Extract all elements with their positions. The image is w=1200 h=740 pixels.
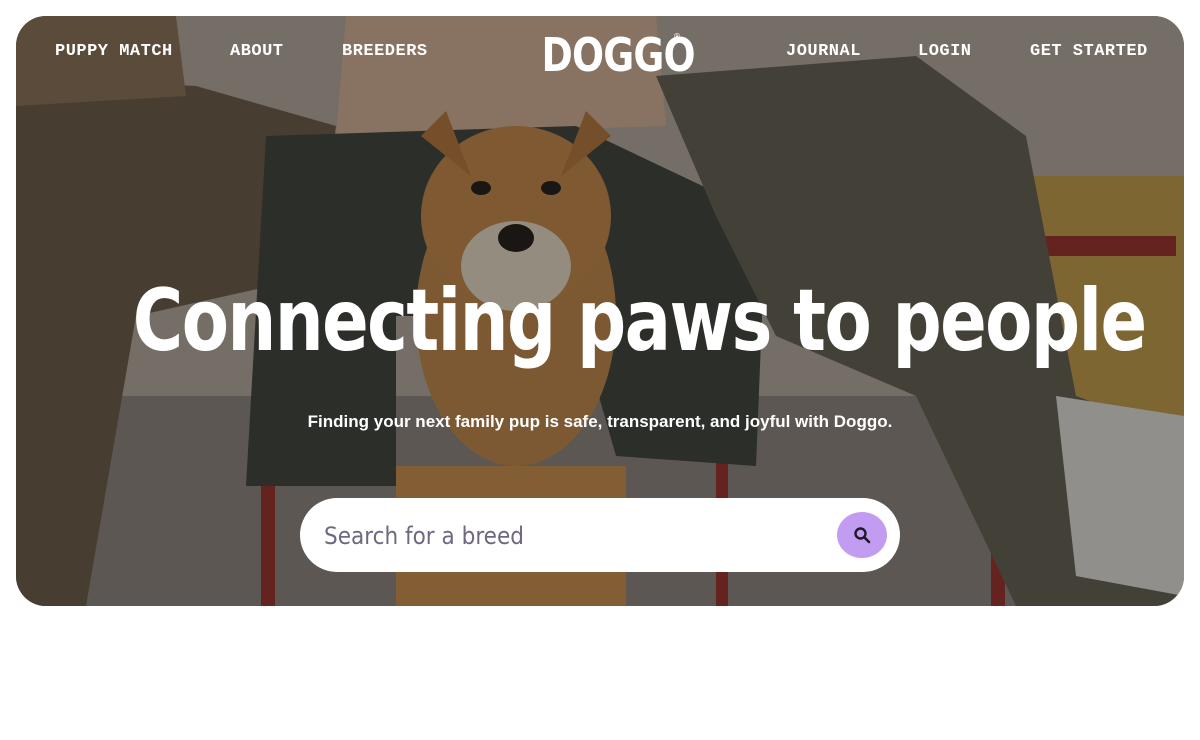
hero-banner: PUPPY MATCH ABOUT BREEDERS JOURNAL LOGIN… [16,16,1184,606]
nav-journal[interactable]: JOURNAL [786,42,861,61]
search-icon [854,527,871,544]
doggo-logo[interactable]: DOGGO [542,28,696,82]
nav-puppy-match[interactable]: PUPPY MATCH [55,42,173,61]
hero-headline: Connecting paws to people [132,271,1147,371]
registered-mark: ® [673,32,681,41]
search-button[interactable] [837,512,887,558]
nav-about[interactable]: ABOUT [230,42,284,61]
breed-search-input[interactable] [322,514,826,558]
hero-subtitle: Finding your next family pup is safe, tr… [307,412,893,431]
nav-login[interactable]: LOGIN [918,42,972,61]
breed-search-bar [300,498,900,572]
nav-breeders[interactable]: BREEDERS [342,42,428,61]
nav-get-started[interactable]: GET STARTED [1030,42,1148,61]
